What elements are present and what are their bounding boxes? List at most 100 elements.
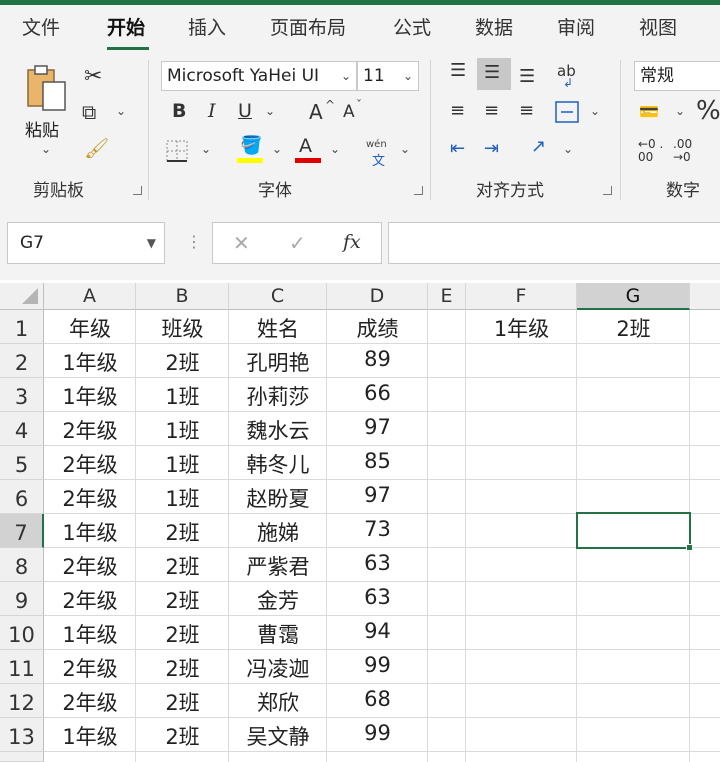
cell-c3[interactable]: 孙莉莎 [229,381,327,411]
column-header-e[interactable]: E [428,283,466,310]
tab-data[interactable]: 数据 [475,13,513,40]
column-header-d[interactable]: D [327,283,428,310]
cell-c13[interactable]: 吴文静 [229,721,327,751]
cell-d6[interactable]: 97 [327,483,428,507]
cell-d1[interactable]: 成绩 [327,313,428,343]
confirm-entry-icon[interactable]: ✓ [289,231,306,255]
cell-g1[interactable]: 2班 [577,313,690,343]
column-header-b[interactable]: B [136,283,229,310]
cell-b13[interactable]: 2班 [136,721,229,751]
column-header-c[interactable]: C [229,283,327,310]
tab-file[interactable]: 文件 [22,13,60,40]
tab-page-layout[interactable]: 页面布局 [270,13,346,40]
alignment-dialog-launcher-icon[interactable] [603,186,612,195]
cell-c11[interactable]: 冯凌迦 [229,653,327,683]
font-dialog-launcher-icon[interactable] [414,186,423,195]
middle-align-icon[interactable]: ☰ [484,64,500,82]
clipboard-dialog-launcher-icon[interactable] [133,186,142,195]
tab-home[interactable]: 开始 [107,13,145,40]
increase-decimal-button[interactable]: ←0 .00 [638,138,666,164]
cell-a10[interactable]: 1年级 [44,619,136,649]
accounting-format-icon[interactable]: 💳 [639,104,659,120]
cell-c8[interactable]: 严紫君 [229,551,327,581]
cell-d9[interactable]: 63 [327,585,428,609]
name-box[interactable]: G7 ▼ [7,222,165,264]
underline-button[interactable]: U [238,102,252,121]
font-color-dropdown-icon[interactable]: ⌄ [330,142,340,156]
row-header-13[interactable]: 13 [0,718,44,752]
cell-a9[interactable]: 2年级 [44,585,136,615]
cell-a8[interactable]: 2年级 [44,551,136,581]
row-header-8[interactable]: 8 [0,548,44,582]
cell-c5[interactable]: 韩冬儿 [229,449,327,479]
cell-d2[interactable]: 89 [327,347,428,371]
align-left-icon[interactable]: ≡ [450,102,465,120]
cell-b5[interactable]: 1班 [136,449,229,479]
cell-c1[interactable]: 姓名 [229,313,327,343]
row-header-11[interactable]: 11 [0,650,44,684]
orientation-icon[interactable]: ↗ [531,138,546,156]
font-size-combobox[interactable]: 11 ⌄ [357,61,419,91]
number-format-combobox[interactable]: 常规 [634,61,720,91]
cell-a6[interactable]: 2年级 [44,483,136,513]
column-header-f[interactable]: F [466,283,577,310]
fill-color-dropdown-icon[interactable]: ⌄ [272,142,282,156]
percent-button[interactable]: % [696,98,720,124]
borders-icon[interactable] [166,140,188,162]
accounting-dropdown-icon[interactable]: ⌄ [675,104,685,118]
paste-button[interactable]: 粘贴 ⌄ [22,60,72,160]
orientation-dropdown-icon[interactable]: ⌄ [563,142,573,156]
cell-d10[interactable]: 94 [327,619,428,643]
font-color-button[interactable]: A [299,137,312,156]
cell-a2[interactable]: 1年级 [44,347,136,377]
cell-c12[interactable]: 郑欣 [229,687,327,717]
row-header-9[interactable]: 9 [0,582,44,616]
cell-b6[interactable]: 1班 [136,483,229,513]
cell-b11[interactable]: 2班 [136,653,229,683]
cell-d5[interactable]: 85 [327,449,428,473]
formula-input[interactable] [388,222,720,264]
cell-b10[interactable]: 2班 [136,619,229,649]
cell-b1[interactable]: 班级 [136,313,229,343]
phonetic-dropdown-icon[interactable]: ⌄ [400,142,410,156]
cell-b9[interactable]: 2班 [136,585,229,615]
tab-view[interactable]: 视图 [639,13,677,40]
fill-handle[interactable] [686,544,693,551]
insert-function-button[interactable]: fx [343,231,361,253]
bottom-align-icon[interactable]: ☰ [519,68,535,86]
tab-review[interactable]: 审阅 [557,13,595,40]
cell-b3[interactable]: 1班 [136,381,229,411]
row-header-3[interactable]: 3 [0,378,44,412]
row-header-14[interactable] [0,752,44,762]
italic-button[interactable]: I [208,102,216,121]
cell-a3[interactable]: 1年级 [44,381,136,411]
grow-font-button[interactable]: A [309,102,323,122]
cell-a7[interactable]: 1年级 [44,517,136,547]
cell-d4[interactable]: 97 [327,415,428,439]
cell-d13[interactable]: 99 [327,721,428,745]
decrease-decimal-button[interactable]: .00 →0 [673,138,703,164]
cell-a4[interactable]: 2年级 [44,415,136,445]
cell-a13[interactable]: 1年级 [44,721,136,751]
font-name-combobox[interactable]: Microsoft YaHei UI ⌄ [161,61,357,91]
row-header-10[interactable]: 10 [0,616,44,650]
copy-icon[interactable]: ⧉ [82,102,96,122]
decrease-indent-icon[interactable]: ⇤ [450,140,465,158]
cell-b7[interactable]: 2班 [136,517,229,547]
row-header-7[interactable]: 7 [0,514,44,548]
row-header-12[interactable]: 12 [0,684,44,718]
more-options-icon[interactable]: ⋮ [186,232,202,251]
merge-dropdown-icon[interactable]: ⌄ [590,104,600,118]
cell-b2[interactable]: 2班 [136,347,229,377]
active-cell-selection[interactable] [576,512,691,549]
tab-insert[interactable]: 插入 [188,13,226,40]
cancel-entry-icon[interactable]: ✕ [233,231,250,255]
cell-f1[interactable]: 1年级 [466,313,577,343]
cell-b8[interactable]: 2班 [136,551,229,581]
cell-c9[interactable]: 金芳 [229,585,327,615]
align-center-icon[interactable]: ≡ [484,102,499,120]
cell-a11[interactable]: 2年级 [44,653,136,683]
cell-a5[interactable]: 2年级 [44,449,136,479]
underline-dropdown-icon[interactable]: ⌄ [265,104,275,118]
bold-button[interactable]: B [172,102,186,121]
